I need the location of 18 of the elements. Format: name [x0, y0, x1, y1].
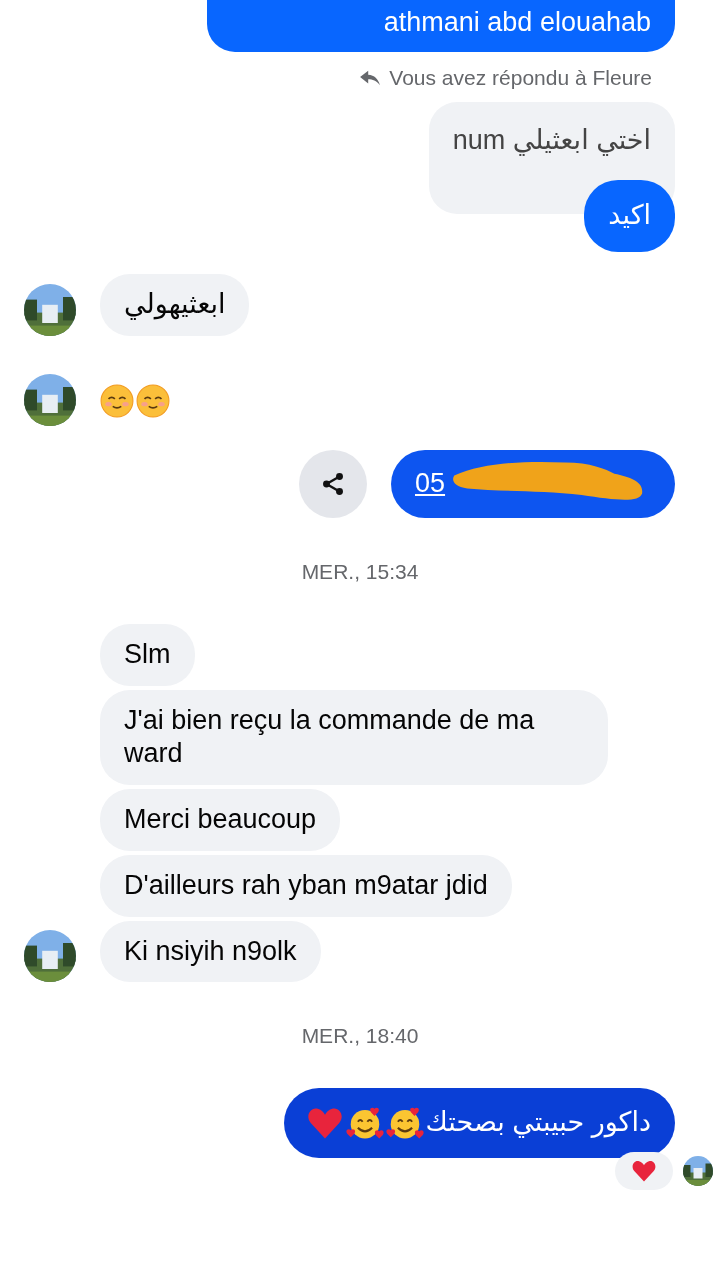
message-bubble[interactable]: Slm [100, 623, 195, 686]
message-text: athmani abd elouahab [383, 6, 651, 40]
message-bubble[interactable]: Merci beaucoup [100, 789, 341, 851]
message-bubble[interactable]: Ki nsiyih n9olk [100, 920, 321, 983]
message-text: داكور حبيبتي بصحتك [425, 1106, 651, 1140]
phone-link[interactable]: 05 [415, 466, 446, 501]
reply-note: Vous avez répondu à Fleure [389, 66, 652, 90]
message-bubble[interactable]: ابعثيهولي [100, 274, 250, 336]
reply-icon [359, 69, 382, 87]
message-bubble[interactable]: 05 [391, 449, 675, 518]
message-bubble[interactable]: داكور حبيبتي بصحتك [283, 1088, 675, 1159]
message-bubble[interactable]: J'ai bien reçu la commande de ma ward [100, 689, 608, 785]
timestamp: MER., 15:34 [301, 559, 419, 584]
share-icon [320, 470, 346, 497]
timestamp: MER., 18:40 [301, 1024, 419, 1049]
reaction-badge[interactable] [615, 1152, 673, 1191]
message-bubble[interactable]: D'ailleurs rah yban m9atar jdid [100, 854, 512, 917]
message-bubble[interactable]: athmani abd elouahab [207, 0, 675, 52]
